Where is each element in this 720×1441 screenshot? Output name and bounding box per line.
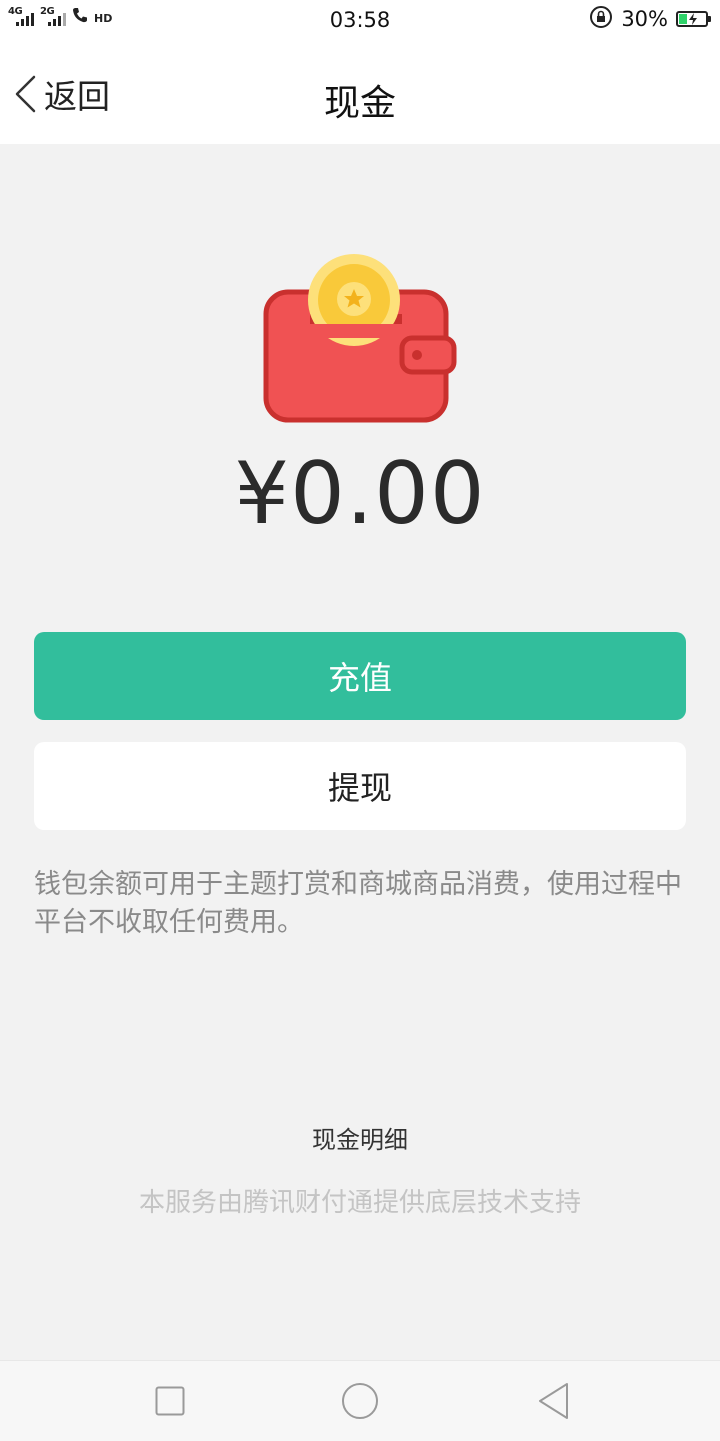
back-label: 返回	[44, 77, 110, 116]
recharge-label: 充值	[327, 659, 392, 697]
footer-note: 本服务由腾讯财付通提供底层技术支持	[138, 1188, 581, 1218]
withdraw-button[interactable]: 提现	[34, 742, 686, 830]
battery-charging-icon	[676, 11, 711, 27]
back-icon[interactable]	[534, 1381, 574, 1421]
wallet-notice: 钱包余额可用于主题打赏和商城商品消费，使用过程中平台不收取任何费用。	[34, 869, 682, 938]
balance-amount: ¥0.00	[234, 444, 486, 544]
recharge-button[interactable]: 充值	[34, 632, 686, 720]
cash-detail-link[interactable]: 现金明细	[0, 1120, 720, 1155]
system-nav-bar	[0, 1360, 720, 1441]
wallet-coin-icon	[258, 254, 462, 424]
chevron-left-icon	[15, 75, 36, 113]
status-right-group: 30%	[589, 5, 711, 33]
withdraw-label: 提现	[327, 769, 392, 807]
home-icon[interactable]	[340, 1381, 380, 1421]
battery-percent: 30%	[621, 7, 668, 31]
app-header: 返回 现金	[0, 40, 720, 144]
recent-apps-icon[interactable]	[150, 1381, 190, 1421]
status-bar: 4G 2G HD 03:58 30%	[0, 0, 720, 40]
rotation-lock-icon	[589, 5, 613, 33]
back-button[interactable]: 返回	[12, 70, 110, 118]
